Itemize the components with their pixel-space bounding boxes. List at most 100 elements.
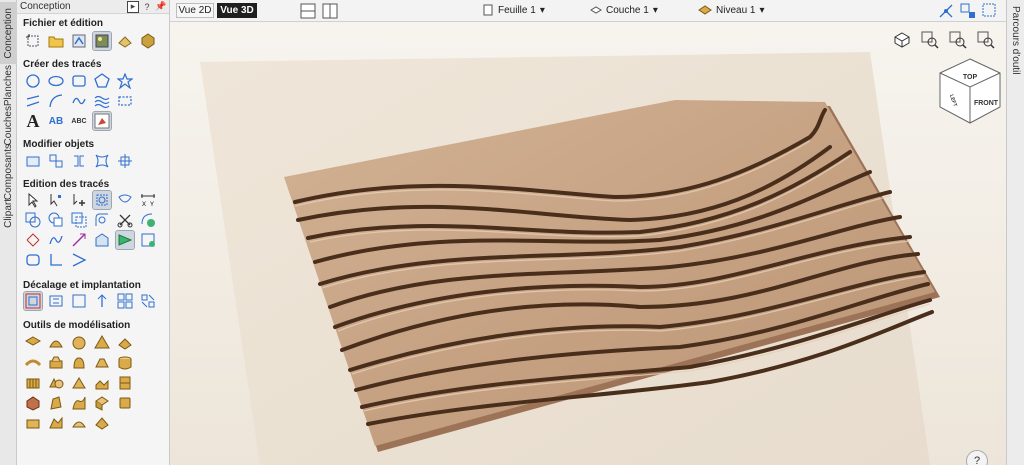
pin-button[interactable]: 📌	[155, 1, 167, 13]
import-bitmap-icon[interactable]	[92, 31, 112, 51]
nesting-icon[interactable]	[47, 292, 65, 310]
move-icon[interactable]	[24, 152, 42, 170]
import-vector-icon[interactable]	[70, 32, 88, 50]
help-button[interactable]: ?	[141, 1, 153, 13]
merge-component-icon[interactable]	[47, 374, 65, 392]
chevron-shape-icon[interactable]	[70, 251, 88, 269]
sculpt-icon[interactable]	[70, 354, 88, 372]
mirror-icon[interactable]	[70, 152, 88, 170]
slice-icon[interactable]	[116, 374, 134, 392]
fragment-icon[interactable]	[139, 292, 157, 310]
rectangle-icon[interactable]	[70, 72, 88, 90]
cylinder-icon[interactable]	[116, 354, 134, 372]
help-bubble[interactable]: ?	[966, 450, 988, 465]
tab-toolpaths[interactable]: Parcours d'outil	[1010, 6, 1021, 75]
wrap-icon[interactable]	[70, 414, 88, 432]
view-cube-top[interactable]: TOP	[963, 74, 978, 81]
text-arc-tool[interactable]: AB	[47, 112, 65, 130]
text-on-curve-tool[interactable]: ABC	[70, 112, 88, 130]
labels-icon[interactable]	[116, 292, 134, 310]
view-cube-front[interactable]: FRONT	[974, 100, 999, 107]
pyramid-icon[interactable]	[93, 334, 111, 352]
array-copy-icon[interactable]	[116, 152, 134, 170]
tab-conception[interactable]: Conception	[0, 2, 17, 64]
smooth-icon[interactable]	[93, 354, 111, 372]
offset-shape-icon[interactable]	[93, 231, 111, 249]
close-vectors-icon[interactable]	[139, 211, 157, 229]
distort-component-icon[interactable]	[70, 394, 88, 412]
split-vertical-icon[interactable]	[320, 1, 340, 21]
fit-curve-icon[interactable]	[115, 230, 135, 250]
extrude-icon[interactable]	[116, 334, 134, 352]
text-tool[interactable]: A	[24, 111, 42, 131]
tab-composants[interactable]: Composants	[0, 144, 17, 200]
smooth-curve-icon[interactable]	[47, 231, 65, 249]
star-icon[interactable]	[116, 72, 134, 90]
boolean-union-icon[interactable]	[24, 211, 42, 229]
flip-icon[interactable]	[93, 394, 111, 412]
import-component-icon[interactable]	[116, 32, 134, 50]
boolean-intersect-icon[interactable]	[70, 211, 88, 229]
circle-icon[interactable]	[24, 72, 42, 90]
weld-icon[interactable]	[116, 191, 134, 209]
dimension-icon[interactable]	[116, 92, 134, 110]
rounded-rect-icon[interactable]	[24, 251, 42, 269]
scissors-icon[interactable]	[116, 211, 134, 229]
offset-icon[interactable]	[23, 291, 43, 311]
collapse-panel-button[interactable]: ▸	[127, 0, 139, 13]
curve-icon[interactable]	[70, 92, 88, 110]
job-setup-icon[interactable]	[139, 32, 157, 50]
zoom-in-icon[interactable]	[948, 30, 968, 50]
distort-icon[interactable]	[93, 152, 111, 170]
level-dropdown[interactable]: Niveau 1 ▾	[698, 4, 765, 16]
mould-icon[interactable]	[93, 374, 111, 392]
measure-icon[interactable]: XY	[139, 191, 157, 209]
transform-icon[interactable]	[92, 190, 112, 210]
zoom-region-icon[interactable]	[920, 30, 940, 50]
snap-icon[interactable]	[958, 1, 978, 21]
extend-icon[interactable]	[70, 231, 88, 249]
round-component-icon[interactable]	[70, 334, 88, 352]
shaded-view-icon[interactable]	[892, 30, 912, 50]
layer-dropdown[interactable]: Couche 1 ▾	[590, 4, 658, 16]
align-icon[interactable]	[47, 152, 65, 170]
boolean-subtract-icon[interactable]	[47, 211, 65, 229]
line-to-arc-icon[interactable]	[24, 231, 42, 249]
shape-editor-icon[interactable]	[24, 334, 42, 352]
axes-icon[interactable]	[936, 1, 956, 21]
cube-component-icon[interactable]	[116, 394, 134, 412]
polyline-icon[interactable]	[24, 92, 42, 110]
sheet-dropdown[interactable]: Feuille 1 ▾	[482, 4, 545, 16]
node-edit-icon[interactable]	[47, 191, 65, 209]
zoom-out-icon[interactable]	[976, 30, 996, 50]
cut-edge-icon[interactable]	[93, 292, 111, 310]
bake-icon[interactable]	[24, 394, 42, 412]
trim-icon[interactable]	[139, 231, 157, 249]
texture-icon[interactable]	[24, 374, 42, 392]
corner-icon[interactable]	[47, 251, 65, 269]
selection-mode-icon[interactable]	[980, 1, 1000, 21]
tilt-icon[interactable]	[47, 394, 65, 412]
add-node-icon[interactable]	[70, 191, 88, 209]
arc-icon[interactable]	[47, 92, 65, 110]
two-rail-icon[interactable]	[24, 354, 42, 372]
polygon-icon[interactable]	[93, 72, 111, 90]
fillet-icon[interactable]	[93, 211, 111, 229]
wave-pattern-icon[interactable]	[93, 92, 111, 110]
select-arrow-icon[interactable]	[24, 191, 42, 209]
ellipse-icon[interactable]	[47, 72, 65, 90]
sheet-layout-icon[interactable]	[70, 292, 88, 310]
trace-bitmap-icon[interactable]	[92, 111, 112, 131]
extrude-weave-icon[interactable]	[47, 354, 65, 372]
view-3d-button[interactable]: Vue 3D	[217, 3, 257, 18]
view-cube[interactable]: TOP FRONT LEFT	[934, 55, 1006, 133]
split-horizontal-icon[interactable]	[298, 1, 318, 21]
fade-icon[interactable]	[70, 374, 88, 392]
emboss-icon[interactable]	[47, 414, 65, 432]
new-file-icon[interactable]	[24, 32, 42, 50]
dome-icon[interactable]	[47, 334, 65, 352]
3d-workspace[interactable]: TOP FRONT LEFT ?	[170, 22, 1006, 465]
tab-clipart[interactable]: Clipart	[0, 198, 17, 228]
tab-planches[interactable]: Planches	[0, 65, 17, 106]
view-2d-button[interactable]: Vue 2D	[176, 3, 214, 18]
